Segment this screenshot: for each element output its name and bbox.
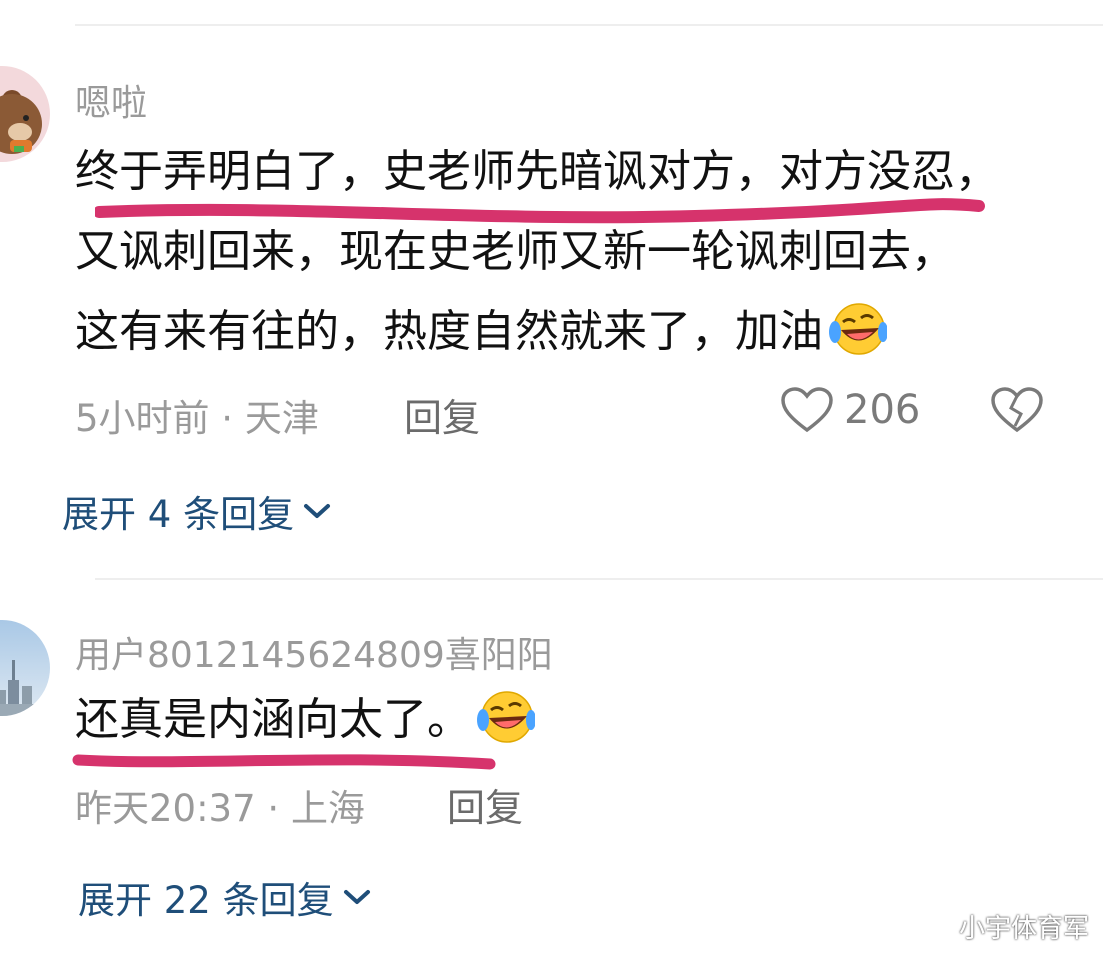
reply-button[interactable]: 回复 [447, 777, 523, 832]
expand-replies-label: 展开 22 条回复 [78, 879, 334, 922]
heart-outline-icon [781, 387, 833, 433]
watermark: 小宇体育军 [958, 914, 1089, 944]
chevron-down-icon [304, 504, 331, 518]
expand-replies-label: 展开 4 条回复 [62, 493, 295, 536]
comment-location: 天津 [244, 397, 319, 440]
comment-text: 还真是内涵向太了。 [75, 680, 536, 760]
comment-username[interactable]: 用户8012145624809喜阳阳 [75, 626, 553, 678]
like-count: 206 [844, 387, 921, 433]
bear-avatar-icon [0, 66, 50, 162]
expand-replies-button[interactable]: 展开 4 条回复 [62, 484, 332, 538]
comment-meta: 5小时前 · 天津 [75, 388, 319, 442]
meta-separator: · [255, 787, 291, 830]
comment-text-line: 还真是内涵向太了。 [75, 694, 471, 745]
skyline-avatar-icon [0, 620, 50, 716]
laughing-crying-emoji-icon [827, 302, 888, 382]
avatar[interactable] [0, 620, 50, 716]
chevron-down-icon [343, 890, 370, 904]
broken-heart-icon [991, 387, 1043, 433]
top-divider [75, 24, 1103, 26]
comment-text-line: 又讽刺回来，现在史老师又新一轮讽刺回去， [75, 226, 955, 277]
comment-time: 昨天20:37 [75, 787, 256, 830]
comment-meta: 昨天20:37 · 上海 [75, 778, 365, 832]
comment-text-line: 终于弄明白了，史老师先暗讽对方，对方没忍， [75, 146, 999, 197]
laughing-crying-emoji-icon [475, 690, 536, 770]
expand-replies-button[interactable]: 展开 22 条回复 [78, 870, 372, 924]
comment-time: 5小时前 [75, 397, 210, 440]
like-button[interactable]: 206 [780, 386, 920, 434]
avatar[interactable] [0, 66, 50, 162]
comment-location: 上海 [290, 787, 365, 830]
comment-divider [95, 578, 1103, 580]
meta-separator: · [209, 397, 245, 440]
reply-button[interactable]: 回复 [404, 387, 480, 442]
comment-text: 终于弄明白了，史老师先暗讽对方，对方没忍， 又讽刺回来，现在史老师又新一轮讽刺回… [75, 132, 999, 372]
dislike-button[interactable] [990, 386, 1044, 438]
comment-text-line: 这有来有往的，热度自然就来了，加油 [75, 306, 823, 357]
comment-username[interactable]: 嗯啦 [75, 74, 147, 126]
